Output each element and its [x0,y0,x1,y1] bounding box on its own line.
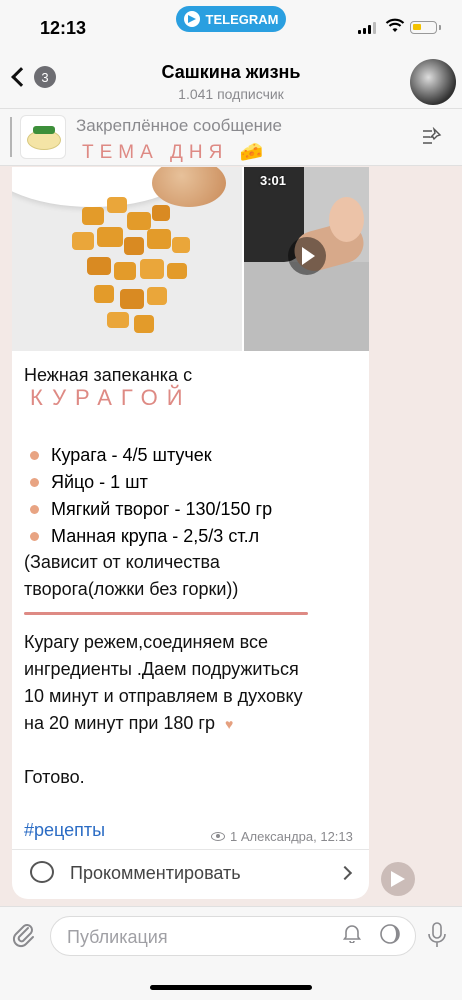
list-item: Яйцо - 1 шт [30,469,272,496]
channel-avatar[interactable] [410,59,456,105]
heart-icon: ♥ [225,716,234,732]
chat-header: 3 Сашкина жизнь 1.041 подписчик [0,56,462,108]
cheese-emoji: 🧀 [239,142,264,163]
message-input-placeholder: Публикация [67,927,168,947]
channel-post: 3:01 Нежная запеканка с КУРАГОЙ Курага -… [12,167,369,899]
list-item: Мягкий творог - 130/150 гр [30,496,272,523]
note-line-2: творога(ложки без горки)) [24,579,239,599]
play-icon[interactable] [288,237,326,275]
body-line-2: ингредиенты .Даем подружиться [24,659,299,679]
list-item: Курага - 4/5 штучек [30,442,272,469]
cellular-signal-icon [358,22,376,34]
comment-label: Прокомментировать [70,863,241,883]
bell-icon[interactable] [342,923,362,943]
pin-list-icon[interactable] [420,127,442,147]
video-duration: 3:01 [260,173,287,188]
body-line-1: Курагу режем,соединяем все [24,632,268,652]
post-photo-apricots[interactable] [12,167,242,351]
subscriber-count: 1.041 подписчик [178,86,284,102]
body-line-4: на 20 минут при 180 гр ♥ [24,713,234,733]
chevron-right-icon [337,865,353,881]
channel-title[interactable]: Сашкина жизнь [0,62,462,83]
status-bar: 12:13 TELEGRAM [0,0,462,56]
wifi-icon [385,18,405,32]
pinned-message-bar[interactable]: Закреплённое сообщение ТЕМА ДНЯ 🧀 [0,108,462,166]
status-time: 12:13 [40,18,87,38]
mic-icon[interactable] [426,921,448,949]
pinned-indicator [10,117,12,157]
ingredient-list: Курага - 4/5 штучек Яйцо - 1 шт Мягкий т… [30,442,272,550]
comment-button[interactable]: Прокомментировать [12,849,369,899]
home-indicator[interactable] [150,985,312,990]
views-meta-text: 1 Александра, 12:13 [230,829,353,844]
divider [24,612,308,615]
telegram-return-pill[interactable]: TELEGRAM [176,6,286,32]
body-line-3: 10 минут и отправляем в духовку [24,686,303,706]
paperclip-icon[interactable] [10,921,38,949]
comment-icon [30,861,54,883]
note-line-1: (Зависит от количества [24,552,220,572]
pinned-heading: Закреплённое сообщение [76,116,282,135]
post-video-thumbnail[interactable]: 3:01 [244,167,369,351]
moon-icon[interactable] [379,923,401,945]
list-item: Манная крупа - 2,5/3 ст.л [30,523,272,550]
battery-icon [410,21,441,34]
eye-icon [211,832,225,841]
post-title-spaced: КУРАГОЙ [30,385,192,410]
share-icon[interactable] [381,862,415,896]
pinned-subheading: ТЕМА ДНЯ 🧀 [82,142,264,163]
composer-bar: Публикация [0,906,462,1000]
post-meta: 1 Александра, 12:13 [211,829,353,844]
telegram-pill-label: TELEGRAM [205,11,279,27]
done-text: Готово. [24,767,85,787]
pinned-thumbnail [20,115,66,159]
telegram-icon [183,11,200,27]
hashtag-link[interactable]: #рецепты [24,820,105,841]
